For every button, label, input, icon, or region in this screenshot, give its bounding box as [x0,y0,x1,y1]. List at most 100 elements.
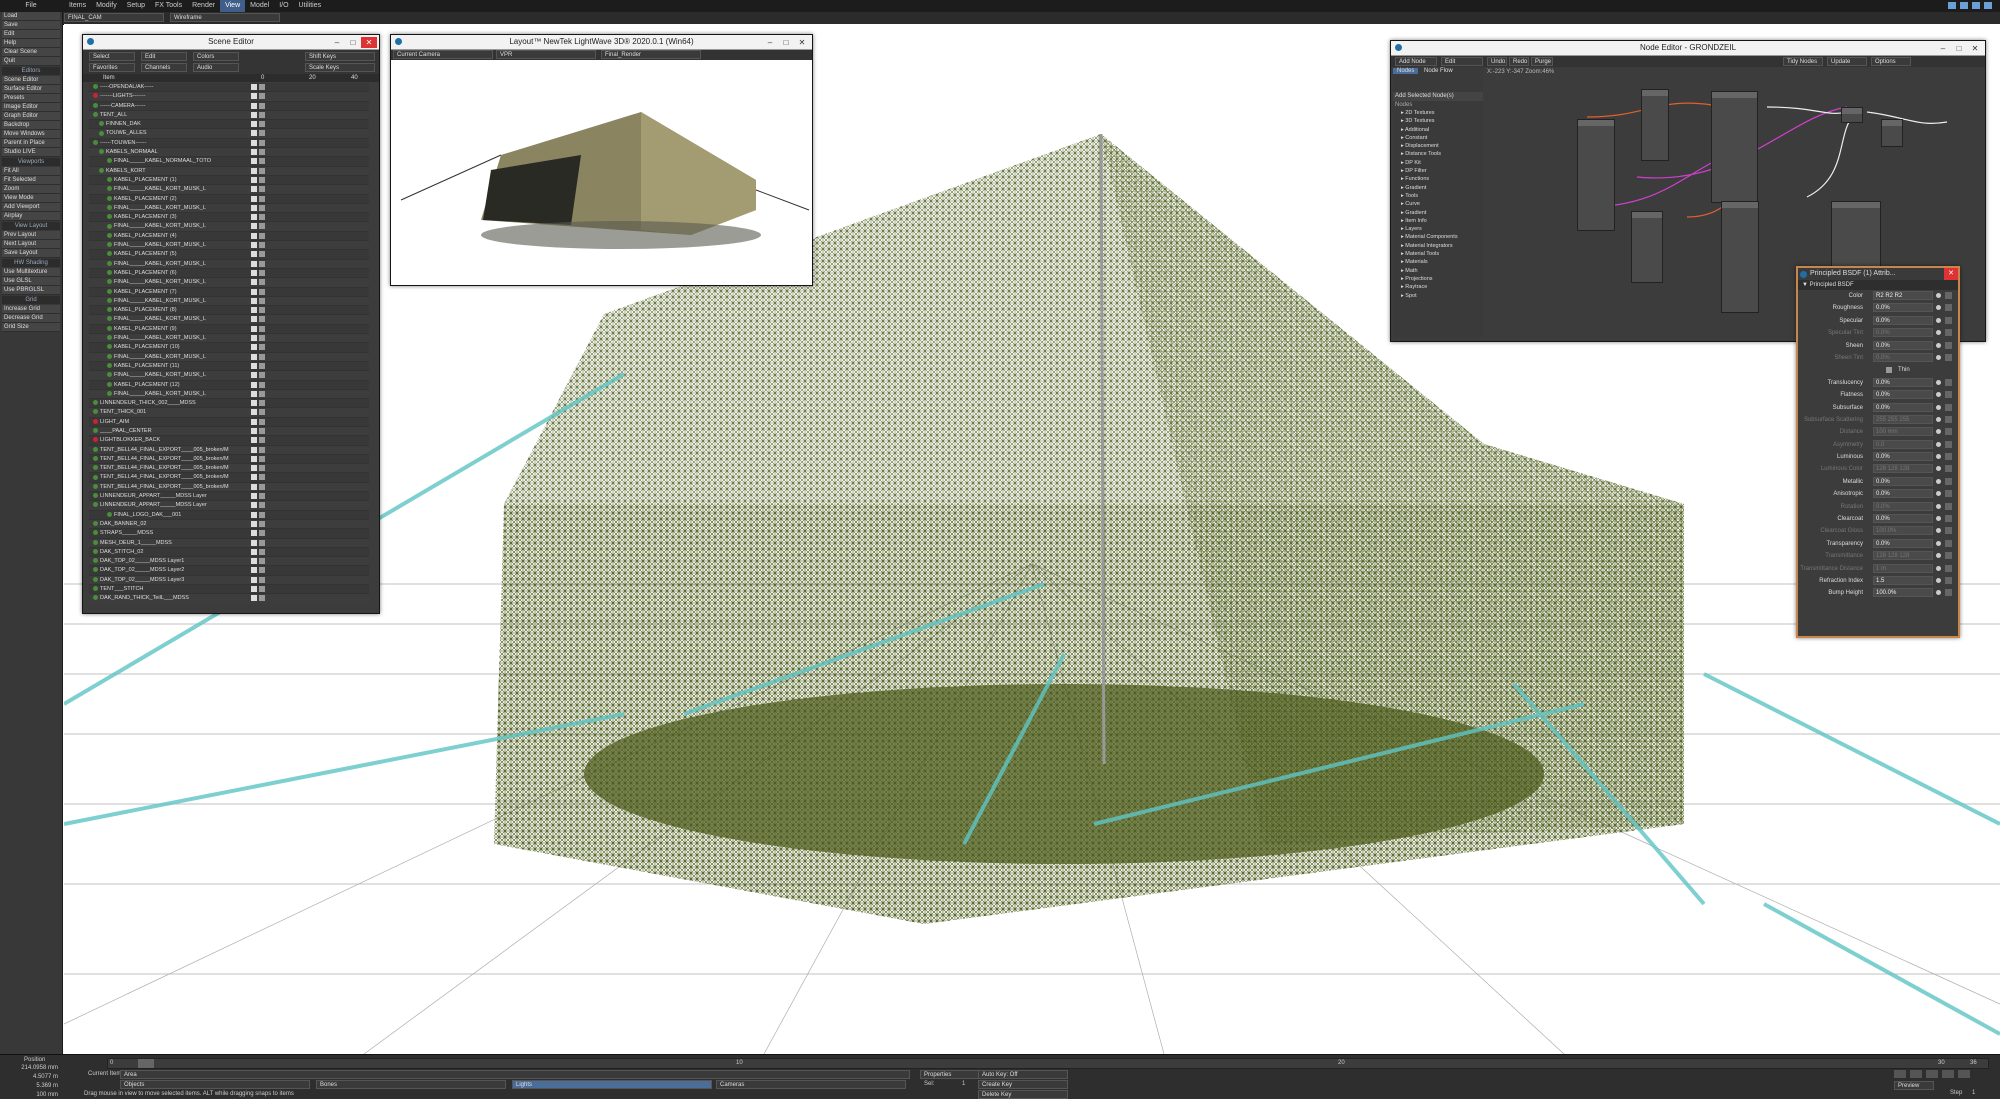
node-category-item[interactable]: ▸ Materials [1393,258,1483,266]
sidebar-button-move-windows[interactable]: Move Windows [2,130,60,139]
scene-item-row[interactable]: FINAL_____KABEL_KORT_MUSK_L [89,222,369,232]
bsdf-titlebar[interactable]: Principled BSDF (1) Attrib... ✕ [1798,268,1958,280]
prop-value-field[interactable]: 0.0% [1873,501,1933,511]
add-node-button[interactable]: Add Node [1395,57,1437,66]
auto-key-select[interactable]: Auto Key: Off [978,1070,1068,1079]
minimize-icon[interactable]: – [329,37,345,48]
eye-icon[interactable] [1936,466,1941,472]
lock-checkbox[interactable] [259,307,265,314]
edit-combo[interactable]: Edit [141,52,187,61]
sidebar-button-use-glsl[interactable]: Use GLSL [2,277,60,286]
edit-button[interactable]: Edit [1441,57,1483,66]
add-selected-nodes-button[interactable]: Add Selected Node(s) [1393,92,1483,101]
tab-utilities[interactable]: Utilities [294,0,327,12]
sidebar-button-fit-all[interactable]: Fit All [2,167,60,176]
visibility-checkbox[interactable] [251,372,257,379]
sidebar-button-clear-scene[interactable]: Clear Scene [2,48,60,57]
lock-checkbox[interactable] [259,176,265,183]
sidebar-button-edit[interactable]: Edit [2,30,60,39]
scene-editor-titlebar[interactable]: Scene Editor – □ ✕ [83,35,379,50]
visibility-checkbox[interactable] [251,167,257,174]
texture-icon[interactable] [1945,589,1952,597]
close-icon[interactable]: ✕ [361,37,377,48]
node-category-item[interactable]: ▸ DP Kit [1393,159,1483,167]
shift-keys-combo[interactable]: Shift Keys [305,52,375,61]
audio-combo[interactable]: Audio [193,63,239,72]
prop-value-field[interactable]: 1 m [1873,563,1933,573]
channels-combo[interactable]: Channels [141,63,187,72]
x-position-field[interactable]: 214.0958 mm [18,1064,58,1072]
scene-item-row[interactable]: FINAL_____KABEL_KORT_MUSK_L [89,259,369,269]
render-preset-select[interactable]: Final_Render [601,50,701,59]
scene-item-row[interactable]: TENT_BELL44_FINAL_EXPORT____005_broken/M [89,464,369,474]
prop-value-field[interactable]: 0.0% [1873,476,1933,486]
visibility-checkbox[interactable] [251,418,257,425]
node-category-item[interactable]: ▸ Material Integrators [1393,242,1483,250]
scene-item-row[interactable]: FINAL_____KABEL_KORT_MUSK_L [89,352,369,362]
visibility-checkbox[interactable] [251,427,257,434]
visibility-checkbox[interactable] [251,111,257,118]
scene-item-row[interactable]: ------TOUWEN------ [89,138,369,149]
tidy-nodes-button[interactable]: Tidy Nodes [1783,57,1823,66]
scene-item-row[interactable]: KABEL_PLACEMENT (7) [89,287,369,297]
scene-item-row[interactable]: LIGHT_AIM [89,417,369,427]
lock-checkbox[interactable] [259,260,265,267]
eye-icon[interactable] [1936,379,1941,385]
prop-value-field[interactable]: 100.0% [1873,588,1933,598]
visibility-checkbox[interactable] [251,539,257,546]
sidebar-button-add-viewport[interactable]: Add Viewport [2,203,60,212]
visibility-checkbox[interactable] [251,297,257,304]
lock-checkbox[interactable] [259,223,265,230]
eye-icon[interactable] [1936,429,1941,435]
lock-checkbox[interactable] [259,539,265,546]
minimize-icon[interactable]: – [1935,43,1951,54]
prop-value-field[interactable]: 1.5 [1873,575,1933,585]
sidebar-button-use-pbrglsl[interactable]: Use PBRGLSL [2,286,60,295]
scene-item-row[interactable]: FINAL_____KABEL_KORT_MUSK_L [89,315,369,325]
texture-icon[interactable] [1945,391,1952,399]
node-category-item[interactable]: ▸ Gradient [1393,184,1483,192]
scene-item-row[interactable]: MESH_DEUR_1_____MDSS [89,538,369,548]
scene-item-row[interactable]: FINAL_LOGO_DAK___001 [89,510,369,520]
visibility-checkbox[interactable] [251,316,257,323]
scene-item-row[interactable]: FINAL_____KABEL_KORT_MUSK_L [89,241,369,251]
y-position-field[interactable]: 4.5077 m [18,1073,58,1081]
sidebar-button-next-layout[interactable]: Next Layout [2,240,60,249]
prop-value-field[interactable]: 0.0% [1873,402,1933,412]
thin-checkbox[interactable] [1886,367,1892,374]
eye-icon[interactable] [1936,354,1941,360]
texture-icon[interactable] [1945,415,1952,423]
settings-icon[interactable] [1948,2,1957,9]
visibility-checkbox[interactable] [251,586,257,593]
node-block[interactable] [1631,211,1663,283]
sidebar-button-quit[interactable]: Quit [2,57,60,66]
scene-item-row[interactable]: TENT_THICK_001 [89,408,369,418]
scene-item-row[interactable]: KABEL_PLACEMENT (10) [89,343,369,353]
visibility-checkbox[interactable] [251,558,257,565]
texture-icon[interactable] [1945,316,1952,324]
texture-icon[interactable] [1945,527,1952,535]
lock-checkbox[interactable] [259,427,265,434]
tab-items[interactable]: Items [64,0,91,12]
visibility-checkbox[interactable] [251,483,257,490]
scene-item-row[interactable]: FINAL_____KABEL_KORT_MUSK_L [89,185,369,195]
lock-checkbox[interactable] [259,520,265,527]
lock-checkbox[interactable] [259,130,265,137]
texture-icon[interactable] [1945,329,1952,337]
prop-value-field[interactable]: 0.0% [1873,377,1933,387]
layout-icon[interactable] [1960,2,1969,9]
texture-icon[interactable] [1945,341,1952,349]
prop-value-field[interactable]: 0.0% [1873,489,1933,499]
visibility-checkbox[interactable] [251,251,257,258]
scene-item-row[interactable]: KABEL_PLACEMENT (6) [89,268,369,279]
lock-checkbox[interactable] [259,474,265,481]
visibility-checkbox[interactable] [251,548,257,555]
scene-item-row[interactable]: FINAL_____KABEL_KORT_MUSK_L [89,278,369,288]
node-category-item[interactable]: ▸ Functions [1393,175,1483,183]
scene-item-row[interactable]: ------CAMERA------ [89,101,369,111]
eye-icon[interactable] [1936,454,1941,460]
lock-checkbox[interactable] [259,251,265,258]
visibility-checkbox[interactable] [251,139,257,146]
eye-icon[interactable] [1936,565,1941,571]
eye-icon[interactable] [1936,317,1941,323]
